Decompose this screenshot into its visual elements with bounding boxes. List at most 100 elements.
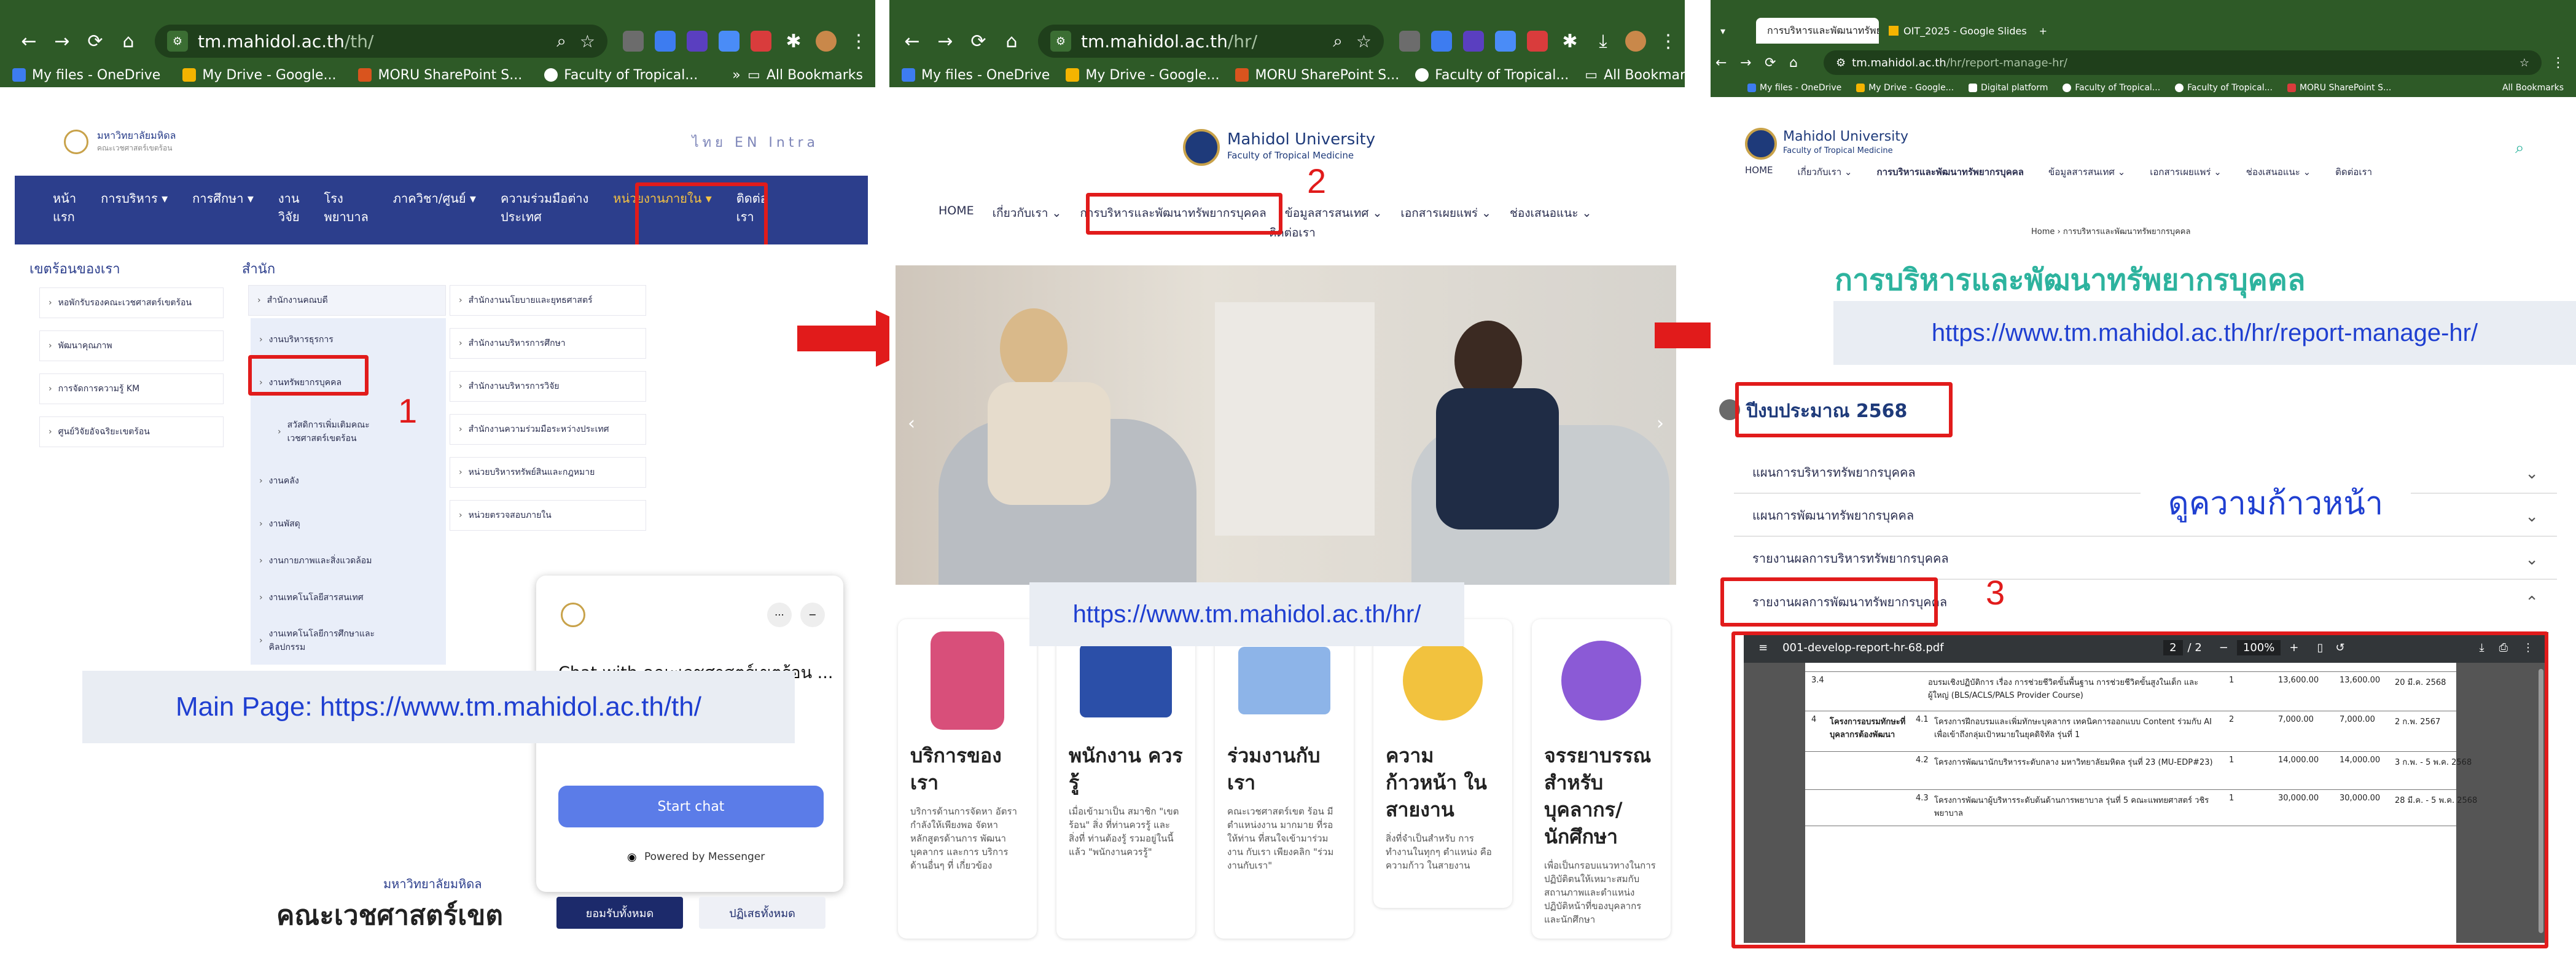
extension-icon[interactable] <box>655 31 676 52</box>
address-bar[interactable]: ⚙ tm.mahidol.ac.th/hr/ ⌕ ☆ <box>1038 25 1384 58</box>
all-bookmarks[interactable]: ▭All Bookmarks <box>1585 68 1685 83</box>
menu-kebab-icon[interactable]: ⋮ <box>1652 31 1685 52</box>
extension-icon[interactable] <box>623 31 644 52</box>
menu-kebab-icon[interactable]: ⋮ <box>842 31 875 52</box>
address-bar[interactable]: ⚙ tm.mahidol.ac.th/hr/report-manage-hr/ … <box>1824 50 2542 75</box>
download-icon[interactable]: ⤓ <box>1587 31 1620 52</box>
menu-link[interactable]: งานคลัง <box>251 466 446 496</box>
bookmark-item[interactable]: MORU SharePoint S... <box>358 68 522 83</box>
menu-link[interactable]: สำนักงานนโยบายและยุทธศาสตร์ <box>450 285 646 316</box>
nav-home[interactable]: HOME <box>1745 165 1773 179</box>
bookmark-item[interactable]: My Drive - Google... <box>182 68 336 83</box>
nav-feedback[interactable]: ช่องเสนอแนะ ⌄ <box>1510 204 1591 222</box>
accordion-item[interactable]: รายงานผลการบริหารทรัพยากรบุคคล ⌄ <box>1734 538 2557 580</box>
avatar[interactable] <box>1625 31 1646 52</box>
extension-icon[interactable] <box>1399 31 1420 52</box>
bookmark-item[interactable]: Faculty of Tropical... <box>1415 68 1569 83</box>
nav-about[interactable]: เกี่ยวกับเรา ⌄ <box>993 204 1062 222</box>
reload-icon[interactable]: ⟳ <box>962 31 995 52</box>
nav-hr-management[interactable]: การบริหารและพัฒนาทรัพยากรบุคคล <box>1876 165 2024 179</box>
carousel-prev-icon[interactable]: ‹ <box>908 413 915 434</box>
back-icon[interactable]: ← <box>896 31 929 52</box>
forward-icon[interactable]: → <box>1740 55 1765 71</box>
home-icon[interactable]: ⌂ <box>995 31 1028 52</box>
all-bookmarks[interactable]: ▭All Bookmarks <box>747 68 863 83</box>
service-card[interactable]: พนักงาน ควรรู้ เมื่อเข้ามาเป็น สมาชิก "เ… <box>1056 619 1195 939</box>
menu-link[interactable]: การจัดการความรู้ KM <box>39 373 224 404</box>
menu-link[interactable]: งานเทคโนโลยีสารสนเทศ <box>251 582 446 613</box>
accept-all-button[interactable]: ยอมรับทั้งหมด <box>556 897 683 929</box>
star-icon[interactable]: ☆ <box>1356 31 1372 52</box>
menu-link[interactable]: งานบริหารธุรการ <box>251 324 446 355</box>
tab-active[interactable]: การบริหารและพัฒนาทรัพยากรบุคคล <box>1756 18 1879 44</box>
menu-link[interactable]: สวัสดิการเพิ่มเติมคณะ เวชศาสตร์เขตร้อน <box>269 410 446 453</box>
reload-icon[interactable]: ⟳ <box>1765 55 1789 71</box>
service-card[interactable]: ร่วมงานกับ เรา คณะเวชศาสตร์เขต ร้อน มีตำ… <box>1215 619 1354 939</box>
minimize-icon[interactable]: − <box>800 603 825 627</box>
zoom-icon[interactable]: ⌕ <box>556 31 566 52</box>
bookmark-item[interactable]: Digital platform <box>1969 83 2048 93</box>
bookmark-item[interactable]: My Drive - Google... <box>1856 83 1954 93</box>
extension-icon[interactable] <box>751 31 771 52</box>
extension-icon[interactable] <box>1495 31 1516 52</box>
more-icon[interactable]: ⋯ <box>767 603 792 627</box>
all-bookmarks[interactable]: All Bookmarks <box>2502 83 2564 93</box>
bookmark-item[interactable]: Faculty of Tropical... <box>2175 83 2273 93</box>
nav-international[interactable]: ความร่วมมือต่าง ประเทศ <box>501 176 588 244</box>
nav-admin[interactable]: การบริหาร ▾ <box>101 176 168 244</box>
extension-icon[interactable] <box>687 31 708 52</box>
extension-icon[interactable] <box>719 31 740 52</box>
nav-home[interactable]: หน้า แรก <box>53 176 76 244</box>
bookmark-item[interactable]: My files - OneDrive <box>12 68 160 83</box>
chevron-right-icon[interactable]: » <box>732 68 740 83</box>
home-icon[interactable]: ⌂ <box>112 31 145 52</box>
new-tab-icon[interactable]: + <box>2039 25 2047 37</box>
bookmark-item[interactable]: My Drive - Google... <box>1066 68 1219 83</box>
reload-icon[interactable]: ⟳ <box>79 31 112 52</box>
menu-link[interactable]: งานพัสดุ <box>251 509 446 539</box>
nav-departments[interactable]: ภาควิชา/ศูนย์ ▾ <box>393 176 476 244</box>
menu-link[interactable]: สำนักงานความร่วมมือระหว่างประเทศ <box>450 414 646 445</box>
nav-publications[interactable]: เอกสารเผยแพร่ ⌄ <box>1400 204 1491 222</box>
menu-link[interactable]: งานกายภาพและสิ่งแวดล้อม <box>251 545 446 576</box>
carousel-next-icon[interactable]: › <box>1657 413 1664 434</box>
nav-education[interactable]: การศึกษา ▾ <box>192 176 254 244</box>
menu-link-office-of-dean[interactable]: สำนักงานคณบดี <box>248 285 446 316</box>
puzzle-icon[interactable]: ✱ <box>1553 31 1587 52</box>
menu-link[interactable]: หน่วยตรวจสอบภายใน <box>450 500 646 531</box>
bookmark-item[interactable]: Faculty of Tropical... <box>544 68 698 83</box>
menu-link[interactable]: หน่วยบริหารทรัพย์สินและกฎหมาย <box>450 457 646 488</box>
nav-hospital[interactable]: โรง พยาบาล <box>324 176 369 244</box>
forward-icon[interactable]: → <box>45 31 79 52</box>
extension-icon[interactable] <box>1431 31 1452 52</box>
nav-research[interactable]: งาน วิจัย <box>278 176 300 244</box>
menu-link[interactable]: หอพักรับรองคณะเวชศาสตร์เขตร้อน <box>39 287 224 318</box>
nav-feedback[interactable]: ช่องเสนอแนะ ⌄ <box>2246 165 2311 179</box>
language-switcher[interactable]: ไทย EN Intra <box>692 131 819 153</box>
nav-information[interactable]: ข้อมูลสารสนเทศ ⌄ <box>1285 204 1383 222</box>
back-icon[interactable]: ← <box>1715 55 1740 71</box>
menu-kebab-icon[interactable]: ⋮ <box>2551 55 2576 71</box>
nav-contact[interactable]: ติดต่อเรา <box>2335 165 2372 179</box>
nav-home[interactable]: HOME <box>939 204 974 222</box>
menu-link[interactable]: พัฒนาคุณภาพ <box>39 330 224 361</box>
site-info-icon[interactable]: ⚙ <box>1836 57 1846 69</box>
bookmark-item[interactable]: MORU SharePoint S... <box>2287 83 2391 93</box>
menu-link[interactable]: งานเทคโนโลยีการศึกษาและ คิลปกรรม <box>251 619 446 662</box>
zoom-icon[interactable]: ⌕ <box>1333 31 1343 52</box>
menu-link[interactable]: ศูนย์วิจัยอัจฉริยะเขตร้อน <box>39 416 224 447</box>
reject-all-button[interactable]: ปฏิเสธทั้งหมด <box>699 897 825 929</box>
bookmark-item[interactable]: My files - OneDrive <box>1747 83 1841 93</box>
home-icon[interactable]: ⌂ <box>1789 55 1814 71</box>
service-card[interactable]: บริการของเรา บริการด้านการจัดหา อัตรากำล… <box>898 619 1037 939</box>
star-icon[interactable]: ☆ <box>580 31 595 52</box>
tab-slides[interactable]: OIT_2025 - Google Slides <box>1889 25 2027 37</box>
menu-link[interactable]: สำนักงานบริหารการวิจัย <box>450 371 646 402</box>
nav-information[interactable]: ข้อมูลสารสนเทศ ⌄ <box>2048 165 2125 179</box>
site-info-icon[interactable]: ⚙ <box>1050 31 1071 52</box>
bookmark-item[interactable]: MORU SharePoint S... <box>1235 68 1399 83</box>
service-card[interactable]: จรรยาบรรณ สำหรับ บุคลากร/ นักศึกษา เพื่อ… <box>1532 619 1671 939</box>
forward-icon[interactable]: → <box>929 31 962 52</box>
address-bar[interactable]: ⚙ tm.mahidol.ac.th/th/ ⌕ ☆ <box>155 25 607 58</box>
menu-link[interactable]: สำนักงานบริหารการศึกษา <box>450 328 646 359</box>
